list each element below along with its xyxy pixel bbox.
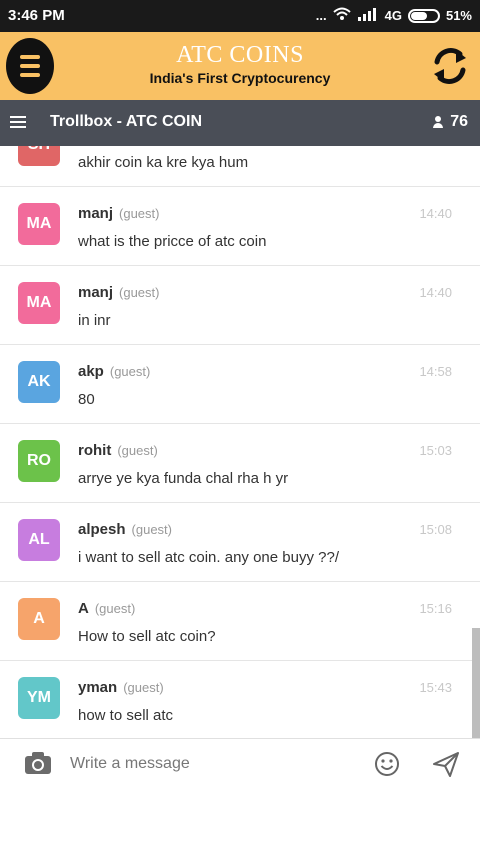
message-item: YM yman (guest) 15:43 how to sell atc [0, 661, 480, 738]
message-author[interactable]: akp (guest) [78, 363, 150, 380]
author-role: (guest) [119, 285, 160, 300]
app-title: ATC COINS [176, 42, 304, 68]
author-role: (guest) [94, 601, 136, 616]
message-time: 14:40 [419, 285, 452, 300]
message-time: 15:16 [419, 601, 452, 616]
status-time: 3:46 PM [8, 7, 65, 24]
avatar[interactable]: SH [18, 146, 60, 166]
message-text: 80 [78, 391, 95, 408]
message-text: i want to sell atc coin. any one buyy ??… [78, 549, 339, 566]
user-icon [432, 116, 444, 128]
message-item: RO rohit (guest) 15:03 arrye ye kya funda… [0, 424, 480, 503]
refresh-icon[interactable] [430, 46, 470, 86]
avatar[interactable]: A [18, 598, 60, 640]
message-item: A A (guest) 15:16 How to sell atc coin? [0, 582, 480, 661]
smiley-icon[interactable] [374, 751, 400, 777]
message-text: what is the pricce of atc coin [78, 233, 267, 250]
message-time: 14:58 [419, 364, 452, 379]
avatar[interactable]: MA [18, 203, 60, 245]
camera-icon[interactable] [24, 751, 52, 775]
user-count[interactable]: 76 [432, 113, 468, 131]
author-role: (guest) [117, 443, 158, 458]
message-author[interactable]: yman (guest) [78, 679, 164, 696]
status-bar: 3:46 PM ... 4G 51% [0, 0, 480, 32]
message-input[interactable] [70, 749, 360, 779]
author-name: manj [78, 284, 114, 301]
message-text: How to sell atc coin? [78, 628, 216, 645]
avatar[interactable]: AL [18, 519, 60, 561]
message-author[interactable]: manj (guest) [78, 284, 159, 301]
author-name: akp [78, 363, 104, 380]
message-item: SH akhir coin ka kre kya hum [0, 146, 480, 187]
status-dots: ... [315, 8, 327, 23]
network-type: 4G [384, 8, 402, 23]
app-subtitle: India's First Cryptocurency [149, 70, 331, 86]
message-time: 15:43 [419, 680, 452, 695]
signal-icon [357, 7, 379, 24]
wifi-icon [332, 7, 351, 24]
app-header: ATC COINS India's First Cryptocurency [0, 32, 480, 100]
message-time: 15:03 [419, 443, 452, 458]
message-item: MA manj (guest) 14:40 in inr [0, 266, 480, 345]
message-item: AL alpesh (guest) 15:08 i want to sell at… [0, 503, 480, 582]
message-text: akhir coin ka kre kya hum [78, 154, 249, 171]
avatar[interactable]: AK [18, 361, 60, 403]
avatar[interactable]: MA [18, 282, 60, 324]
message-text: arrye ye kya funda chal rha h yr [78, 470, 289, 487]
message-text: in inr [78, 312, 111, 329]
message-author[interactable]: alpesh (guest) [78, 521, 172, 538]
author-role: (guest) [119, 206, 160, 221]
author-role: (guest) [131, 522, 172, 537]
battery-icon [407, 8, 440, 23]
message-author[interactable]: manj (guest) [78, 205, 159, 222]
hamburger-icon[interactable] [10, 116, 26, 128]
message-list[interactable]: SH akhir coin ka kre kya hum MA manj (gue… [0, 146, 480, 738]
author-name: A [78, 600, 89, 617]
message-item: MA manj (guest) 14:40 what is the pricce … [0, 187, 480, 266]
message-text: how to sell atc [78, 707, 174, 724]
avatar[interactable]: YM [18, 677, 60, 719]
message-time: 15:08 [419, 522, 452, 537]
trollbox-toolbar: Trollbox - ATC COIN 76 [0, 100, 480, 146]
author-name: rohit [78, 442, 112, 459]
message-item: AK akp (guest) 14:58 80 [0, 345, 480, 424]
author-name: manj [78, 205, 114, 222]
scrollbar[interactable] [472, 628, 480, 738]
status-indicators: ... 4G 51% [316, 7, 472, 24]
message-author[interactable]: A (guest) [78, 600, 135, 617]
trollbox-title: Trollbox - ATC COIN [50, 113, 202, 130]
message-author[interactable]: rohit (guest) [78, 442, 158, 459]
author-name: yman [78, 679, 118, 696]
author-name: alpesh [78, 521, 126, 538]
battery-level: 51% [445, 8, 472, 23]
author-role: (guest) [109, 364, 151, 379]
message-time: 14:40 [419, 206, 452, 221]
send-icon[interactable] [432, 751, 460, 777]
message-composer [0, 738, 480, 788]
avatar[interactable]: RO [18, 440, 60, 482]
author-role: (guest) [123, 680, 164, 695]
user-count-value: 76 [450, 113, 468, 130]
